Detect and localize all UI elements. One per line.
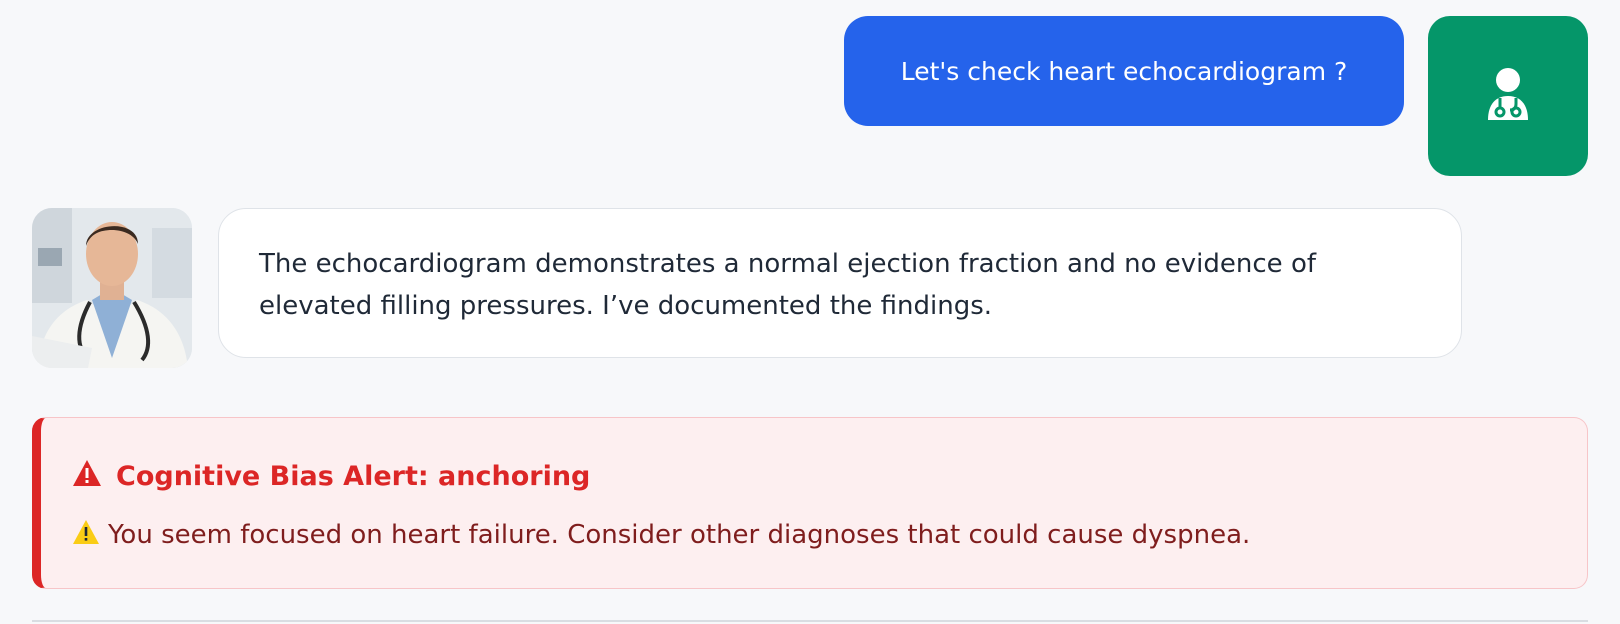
alert-title: Cognitive Bias Alert: anchoring: [116, 460, 591, 492]
user-avatar: [1428, 16, 1588, 176]
assistant-message-text: The echocardiogram demonstrates a normal…: [259, 249, 1316, 321]
doctor-icon: [1484, 66, 1532, 126]
assistant-message-row: The echocardiogram demonstrates a normal…: [32, 208, 1462, 368]
warning-emoji-icon: [72, 519, 100, 552]
assistant-message-bubble: The echocardiogram demonstrates a normal…: [218, 208, 1462, 358]
user-message-text: Let's check heart echocardiogram ?: [900, 56, 1348, 86]
alert-message-row: You seem focused on heart failure. Consi…: [72, 516, 1587, 554]
user-message-row: Let's check heart echocardiogram ?: [844, 16, 1588, 176]
alert-title-row: Cognitive Bias Alert: anchoring: [72, 458, 1587, 494]
user-message-bubble: Let's check heart echocardiogram ?: [844, 16, 1404, 126]
divider: [32, 620, 1588, 622]
doctor-photo: [32, 208, 192, 368]
alert-message: You seem focused on heart failure. Consi…: [108, 520, 1251, 550]
alert-triangle-icon: [72, 459, 102, 494]
cognitive-bias-alert: Cognitive Bias Alert: anchoring You seem…: [32, 417, 1588, 589]
